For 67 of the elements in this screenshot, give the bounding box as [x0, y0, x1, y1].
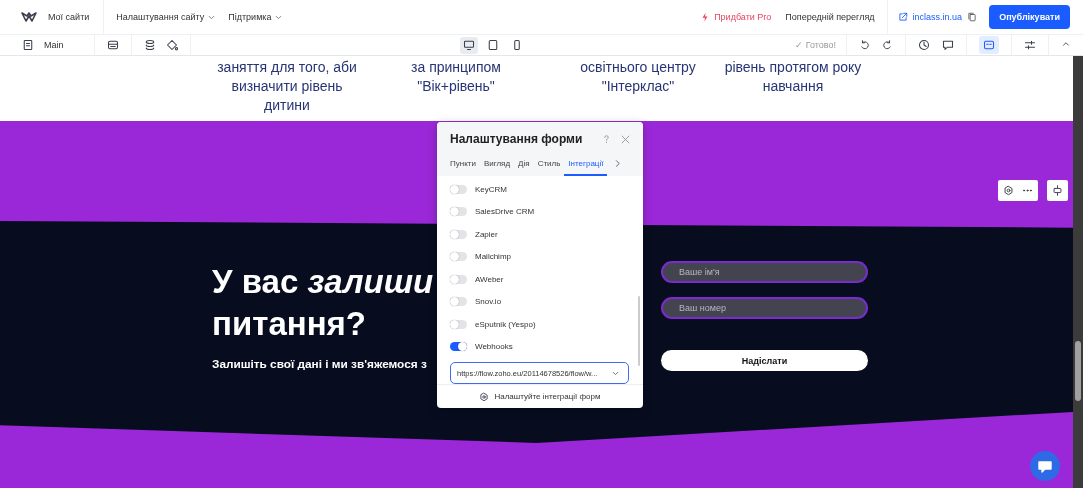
toggle-switch[interactable] [450, 252, 467, 262]
integrations-settings-link[interactable]: Налаштуйте інтеграції форм [494, 392, 601, 401]
page-selector[interactable]: Main [44, 40, 64, 50]
feature-text: рівень протягом року навчання [723, 58, 863, 96]
layers-icon[interactable] [144, 39, 156, 51]
toggle-switch[interactable] [450, 184, 467, 194]
feature-text: за принципом "Вік+рівень" [410, 58, 502, 96]
device-toggle[interactable] [460, 36, 479, 54]
save-status: ✓ Готово! [795, 40, 836, 50]
toggle-switch[interactable] [450, 274, 467, 284]
menu-item[interactable]: Налаштування сайту [116, 12, 217, 22]
undo-icon[interactable] [859, 39, 870, 51]
toggle-switch[interactable] [450, 297, 467, 307]
scrollbar[interactable] [1073, 56, 1083, 488]
menu-item[interactable]: Підтримка [228, 12, 284, 22]
integration-label: SalesDrive CRM [475, 207, 535, 217]
redo-icon[interactable] [882, 39, 893, 51]
toggle-switch[interactable] [450, 229, 467, 239]
hero-title: питання? [212, 304, 366, 344]
paint-bucket-icon[interactable] [166, 39, 178, 51]
panel-title: Налаштування форми [450, 132, 584, 146]
panel-tab[interactable]: Пункти [450, 154, 480, 176]
chat-bubble-icon [1037, 458, 1053, 474]
crown-logo-icon[interactable] [18, 9, 40, 25]
monitor-icon [463, 39, 476, 51]
integration-label: Snov.io [475, 297, 502, 307]
panel-toggle[interactable] [979, 36, 999, 54]
integration-label: AWeber [475, 274, 504, 284]
input-field[interactable]: Ваше ім'я [661, 261, 868, 283]
section-layout-button[interactable] [1047, 180, 1068, 201]
page-icon[interactable] [22, 39, 34, 51]
toggle-switch[interactable] [450, 319, 467, 329]
panel-tab[interactable]: Стиль [533, 154, 565, 176]
integration-label: Mailchimp [475, 252, 511, 262]
integration-label: KeyCRM [475, 184, 507, 194]
toggle-switch[interactable] [450, 207, 467, 217]
settings-icon [479, 391, 490, 402]
settings-icon[interactable] [1003, 185, 1014, 196]
panel-icon [983, 39, 995, 51]
panel-tab[interactable]: Дія [514, 154, 534, 176]
domain-link[interactable]: inclass.in.ua [912, 12, 963, 22]
integration-label: Zapier [475, 229, 498, 239]
external-link-icon[interactable] [897, 12, 908, 22]
card-icon[interactable] [107, 39, 119, 51]
hero-subtitle: Залишіть свої дані і ми зв'яжемося з [212, 357, 427, 371]
chevron-right-icon[interactable] [613, 159, 623, 168]
sliders-icon[interactable] [1024, 39, 1036, 51]
submit-button[interactable]: Надіслати [661, 350, 868, 371]
feature-text: заняття для того, аби визначити рівень дитини [216, 58, 358, 115]
layout-icon [1052, 185, 1063, 196]
clock-icon[interactable] [918, 39, 930, 51]
panel-tab[interactable]: Вигляд [479, 154, 515, 176]
copy-icon[interactable] [967, 12, 978, 22]
my-sites-link[interactable]: Мої сайти [48, 12, 90, 22]
publish-button[interactable]: Опублікувати [989, 5, 1070, 29]
hero-title: У вас залиши [212, 262, 434, 302]
integration-label: eSputnik (Yespo) [475, 319, 536, 329]
panel-tab[interactable]: Інтеграції [564, 154, 608, 176]
tablet-icon [487, 39, 500, 51]
input-field[interactable]: Ваш номер [661, 297, 868, 319]
comment-icon[interactable] [942, 39, 954, 51]
chevron-up-icon[interactable] [1061, 39, 1071, 49]
preview-link[interactable]: Попередній перегляд [785, 12, 875, 22]
toggle-switch[interactable] [450, 342, 467, 352]
feature-text: освітнього центру "Інтерклас" [579, 58, 697, 96]
integration-label: Webhooks [475, 342, 513, 352]
upgrade-link[interactable]: Придбати Pro [700, 12, 772, 22]
